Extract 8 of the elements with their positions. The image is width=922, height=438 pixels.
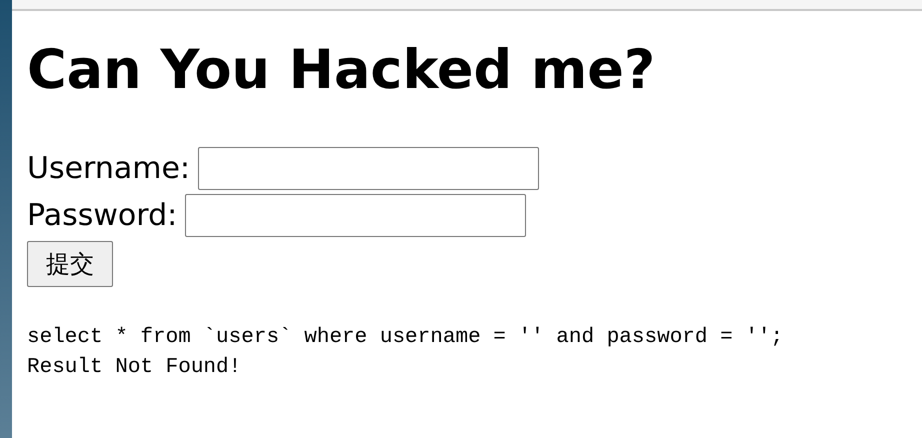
page-heading: Can You Hacked me? bbox=[27, 43, 656, 97]
output-line: Result Not Found! bbox=[27, 355, 242, 381]
field-label: Username: bbox=[27, 154, 190, 184]
input-field[interactable] bbox=[185, 194, 526, 237]
output-line: select * from `users` where username = '' and password = ''; bbox=[27, 325, 784, 351]
input-field[interactable] bbox=[198, 147, 540, 190]
field-label: Password: bbox=[27, 200, 178, 230]
submit-button[interactable]: 提交 bbox=[27, 241, 113, 287]
